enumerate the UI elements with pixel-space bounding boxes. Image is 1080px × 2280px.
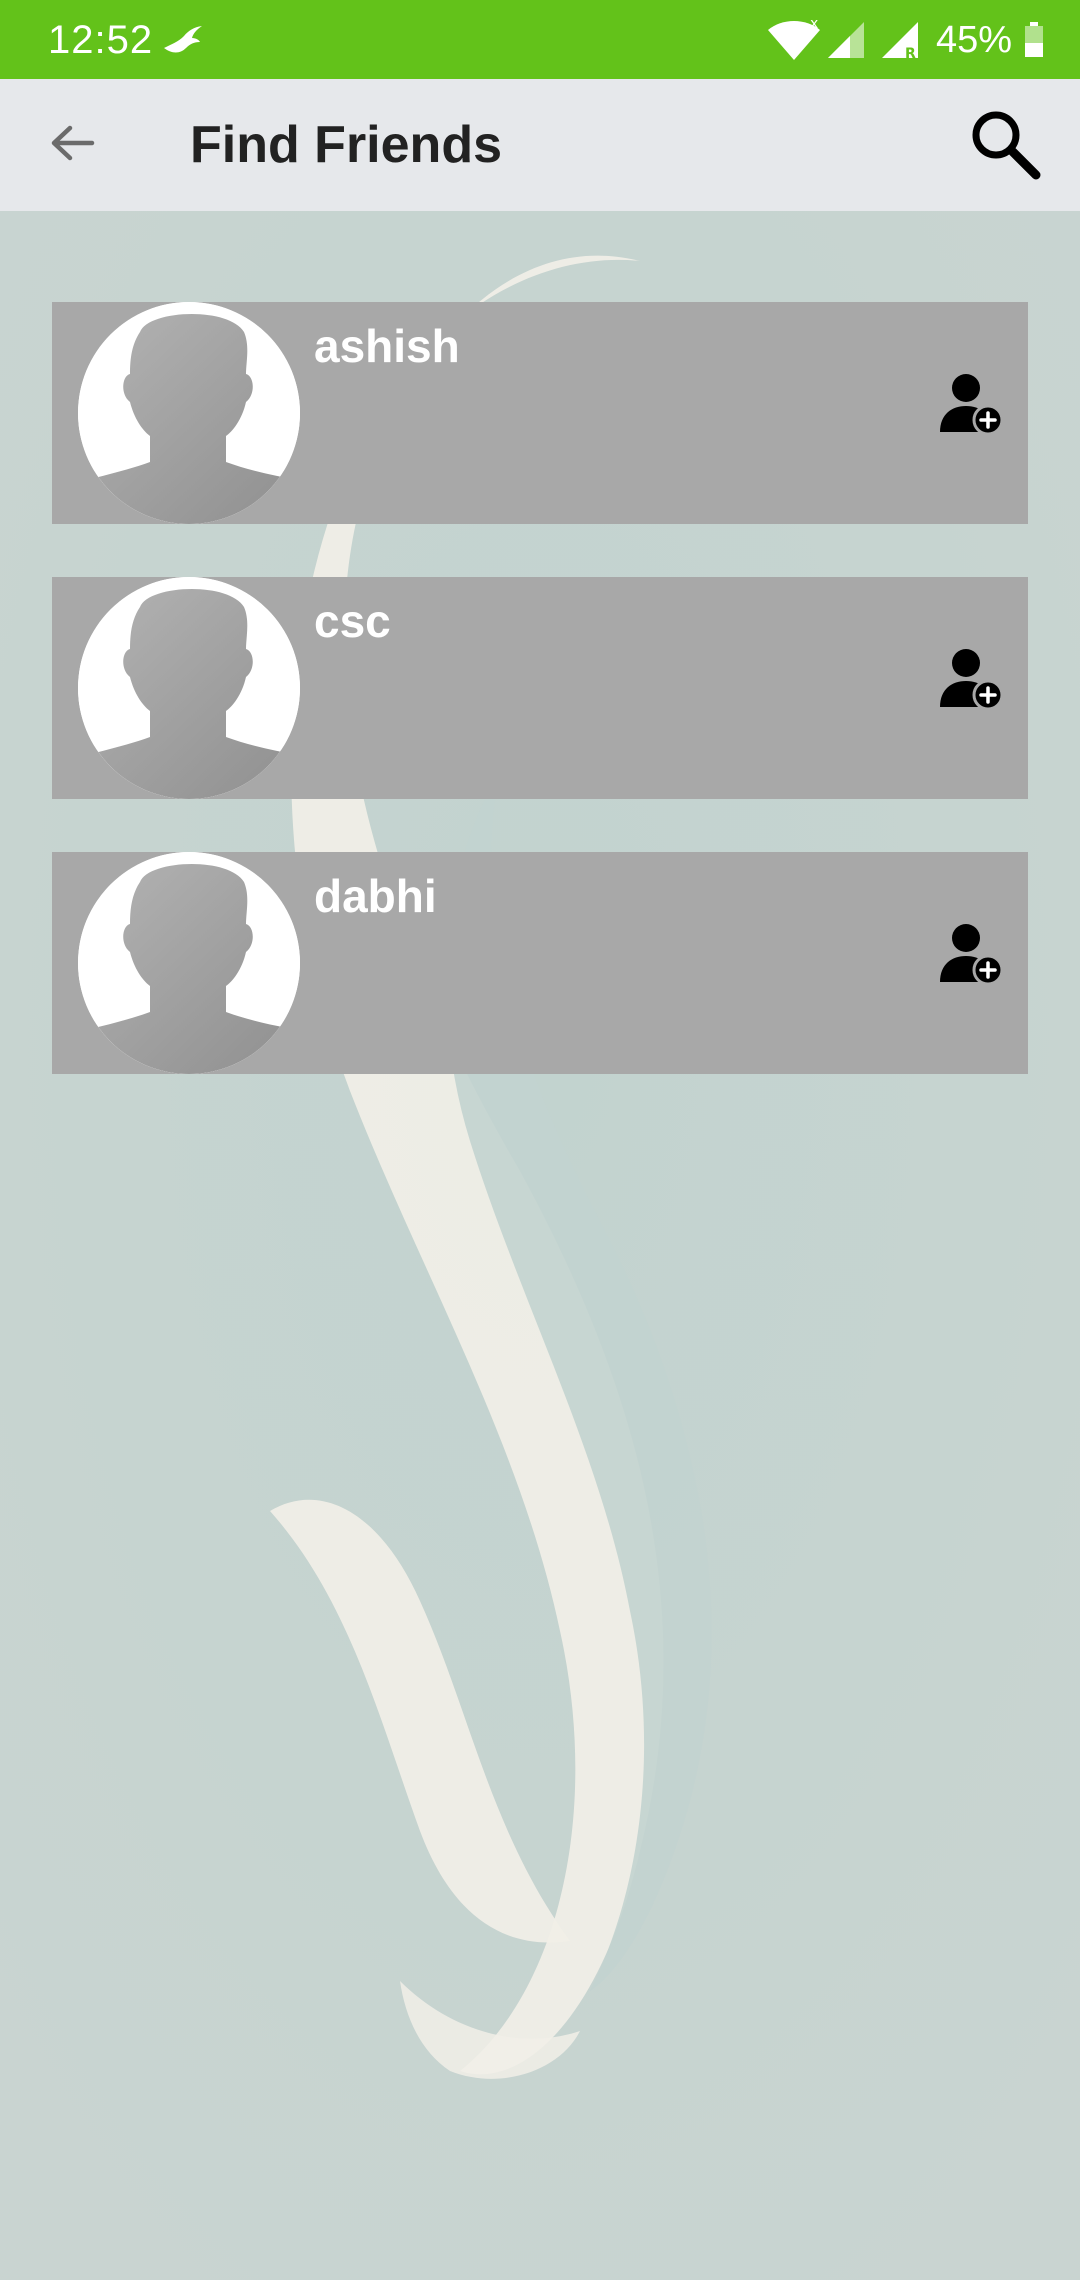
wifi-icon: x: [766, 16, 822, 62]
default-avatar-icon: [78, 852, 300, 1074]
default-avatar-icon: [78, 302, 300, 524]
friend-list-item[interactable]: ashish: [52, 302, 1028, 524]
back-button[interactable]: [30, 107, 114, 183]
friend-name: csc: [314, 595, 391, 647]
app-bar: Find Friends: [0, 79, 1080, 211]
search-button[interactable]: [960, 101, 1050, 191]
friend-list: ashish csc dabhi: [52, 302, 1028, 1127]
status-icons: x R 45%: [766, 14, 1044, 66]
add-friend-button[interactable]: [926, 362, 1016, 452]
arrow-back-icon: [48, 123, 96, 168]
add-friend-button[interactable]: [926, 637, 1016, 727]
svg-text:R: R: [905, 46, 916, 60]
add-friend-icon: [936, 645, 1006, 720]
status-bar: 12:52 x R 45%: [0, 0, 1080, 79]
svg-text:x: x: [810, 18, 818, 32]
friend-name: dabhi: [314, 870, 437, 922]
battery-icon: [1024, 22, 1044, 58]
add-friend-button[interactable]: [926, 912, 1016, 1002]
friend-list-item[interactable]: dabhi: [52, 852, 1028, 1074]
battery-percent: 45%: [935, 19, 1012, 61]
cell-signal-icon: [826, 20, 866, 60]
page-title: Find Friends: [190, 116, 502, 174]
status-time: 12:52: [48, 18, 154, 62]
friend-list-item[interactable]: csc: [52, 577, 1028, 799]
friends-screen: ashish csc dabhi: [0, 211, 1080, 2280]
add-friend-icon: [936, 370, 1006, 445]
bird-icon: [162, 22, 204, 58]
default-avatar-icon: [78, 577, 300, 799]
friend-name: ashish: [314, 320, 460, 372]
search-icon: [968, 107, 1042, 186]
add-friend-icon: [936, 920, 1006, 995]
cell-signal-roaming-icon: R: [880, 20, 924, 62]
